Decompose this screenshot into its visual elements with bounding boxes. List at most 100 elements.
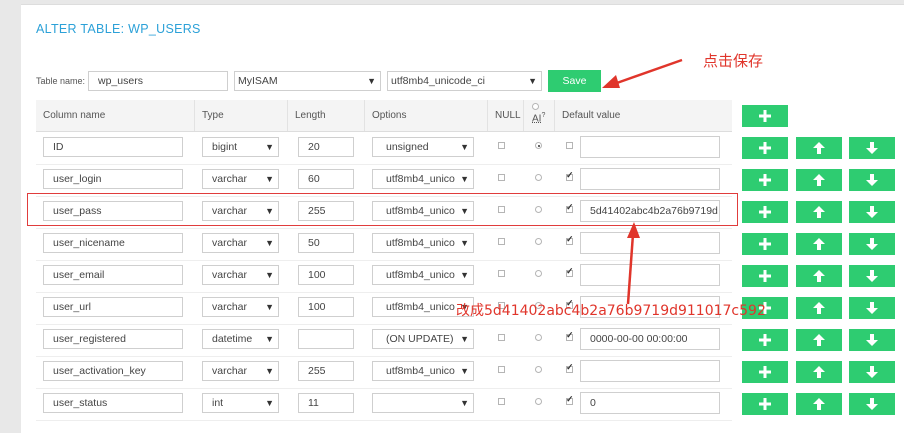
ai-radio[interactable] <box>535 238 542 245</box>
table-name-input[interactable]: wp_users <box>88 71 228 91</box>
move-down-button[interactable] <box>849 169 895 191</box>
column-name-input[interactable]: user_email <box>43 265 183 285</box>
move-down-button[interactable] <box>849 329 895 351</box>
move-up-button[interactable] <box>796 265 842 287</box>
column-length-input[interactable]: 11 <box>298 393 354 413</box>
null-checkbox[interactable] <box>498 334 505 341</box>
insert-column-button[interactable] <box>742 393 788 415</box>
insert-column-button[interactable] <box>742 361 788 383</box>
add-column-button[interactable] <box>742 105 788 127</box>
chevron-down-icon: ▼ <box>265 302 274 312</box>
column-options-select[interactable]: utf8mb4_unico ▼ <box>372 265 474 285</box>
column-length-input[interactable] <box>298 329 354 349</box>
column-length-input[interactable]: 255 <box>298 361 354 381</box>
move-down-button[interactable] <box>849 265 895 287</box>
null-checkbox[interactable] <box>498 174 505 181</box>
default-value-input[interactable] <box>580 168 720 190</box>
column-type-select[interactable]: varchar ▼ <box>202 233 279 253</box>
ai-radio[interactable] <box>535 334 542 341</box>
null-checkbox[interactable] <box>498 142 505 149</box>
column-length-input[interactable]: 60 <box>298 169 354 189</box>
column-length-input[interactable]: 50 <box>298 233 354 253</box>
default-checkbox[interactable] <box>566 362 574 373</box>
plus-icon <box>759 110 771 122</box>
column-type-value: int <box>212 397 224 409</box>
ai-radio[interactable] <box>535 366 542 373</box>
move-up-button[interactable] <box>796 169 842 191</box>
insert-column-button[interactable] <box>742 201 788 223</box>
default-value-input[interactable] <box>580 264 720 286</box>
column-length-input[interactable]: 20 <box>298 137 354 157</box>
save-button[interactable]: Save <box>548 70 601 92</box>
column-type-select[interactable]: varchar ▼ <box>202 297 279 317</box>
annotation-arrow-value-icon <box>626 222 640 305</box>
insert-column-button[interactable] <box>742 169 788 191</box>
insert-column-button[interactable] <box>742 329 788 351</box>
column-length-input[interactable]: 100 <box>298 265 354 285</box>
default-checkbox[interactable] <box>566 266 574 277</box>
move-up-button[interactable] <box>796 297 842 319</box>
move-down-button[interactable] <box>849 297 895 319</box>
insert-column-button[interactable] <box>742 233 788 255</box>
default-value-input[interactable]: 0 <box>580 392 720 414</box>
move-up-button[interactable] <box>796 329 842 351</box>
default-checkbox[interactable] <box>566 142 573 149</box>
default-value-input[interactable] <box>580 360 720 382</box>
move-up-button[interactable] <box>796 361 842 383</box>
column-type-select[interactable]: bigint ▼ <box>202 137 279 157</box>
column-name-input[interactable]: user_status <box>43 393 183 413</box>
column-options-select[interactable]: utf8mb4_unico ▼ <box>372 169 474 189</box>
null-checkbox[interactable] <box>498 398 505 405</box>
default-checkbox[interactable] <box>566 170 574 181</box>
column-type-select[interactable]: varchar ▼ <box>202 265 279 285</box>
move-up-button[interactable] <box>796 233 842 255</box>
column-name-input[interactable]: user_activation_key <box>43 361 183 381</box>
default-value-input[interactable] <box>580 136 720 158</box>
move-down-button[interactable] <box>849 361 895 383</box>
null-checkbox[interactable] <box>498 366 505 373</box>
default-checkbox[interactable] <box>566 330 574 341</box>
default-value-input[interactable]: 0000-00-00 00:00:00 <box>580 328 720 350</box>
column-type-select[interactable]: varchar ▼ <box>202 169 279 189</box>
arrow-up-icon <box>813 174 825 186</box>
default-checkbox[interactable] <box>566 234 574 245</box>
null-checkbox[interactable] <box>498 238 505 245</box>
chevron-down-icon: ▼ <box>460 270 469 280</box>
null-checkbox[interactable] <box>498 270 505 277</box>
column-name-value: user_nicename <box>53 237 125 249</box>
column-name-input[interactable]: user_login <box>43 169 183 189</box>
column-type-select[interactable]: varchar ▼ <box>202 361 279 381</box>
column-name-input[interactable]: user_nicename <box>43 233 183 253</box>
move-up-button[interactable] <box>796 201 842 223</box>
collation-select[interactable]: utf8mb4_unicode_ci ▼ <box>387 71 542 91</box>
column-options-select[interactable]: utf8mb4_unico ▼ <box>372 233 474 253</box>
column-type-select[interactable]: int ▼ <box>202 393 279 413</box>
move-down-button[interactable] <box>849 137 895 159</box>
column-name-input[interactable]: user_url <box>43 297 183 317</box>
move-up-button[interactable] <box>796 137 842 159</box>
default-checkbox[interactable] <box>566 394 574 405</box>
move-down-button[interactable] <box>849 201 895 223</box>
column-options-select[interactable]: (ON UPDATE) ▼ <box>372 329 474 349</box>
column-options-select[interactable]: unsigned ▼ <box>372 137 474 157</box>
column-options-select[interactable]: utf8mb4_unico ▼ <box>372 361 474 381</box>
default-value-input[interactable] <box>580 232 720 254</box>
move-down-button[interactable] <box>849 393 895 415</box>
ai-radio[interactable] <box>535 270 542 277</box>
move-down-button[interactable] <box>849 233 895 255</box>
annotation-change-value: 改成5d41402abc4b2a76b9719d911017c592 <box>456 303 766 319</box>
column-length-input[interactable]: 100 <box>298 297 354 317</box>
move-up-button[interactable] <box>796 393 842 415</box>
insert-column-button[interactable] <box>742 265 788 287</box>
ai-radio[interactable] <box>535 142 542 149</box>
plus-icon <box>759 366 771 378</box>
ai-radio[interactable] <box>535 174 542 181</box>
table-row: user_activation_key varchar ▼ 255 utf8mb4_un… <box>36 356 732 389</box>
ai-radio[interactable] <box>535 398 542 405</box>
column-type-select[interactable]: datetime ▼ <box>202 329 279 349</box>
column-options-select[interactable]: ▼ <box>372 393 474 413</box>
insert-column-button[interactable] <box>742 137 788 159</box>
column-name-input[interactable]: ID <box>43 137 183 157</box>
engine-select[interactable]: MyISAM ▼ <box>234 71 381 91</box>
column-name-input[interactable]: user_registered <box>43 329 183 349</box>
